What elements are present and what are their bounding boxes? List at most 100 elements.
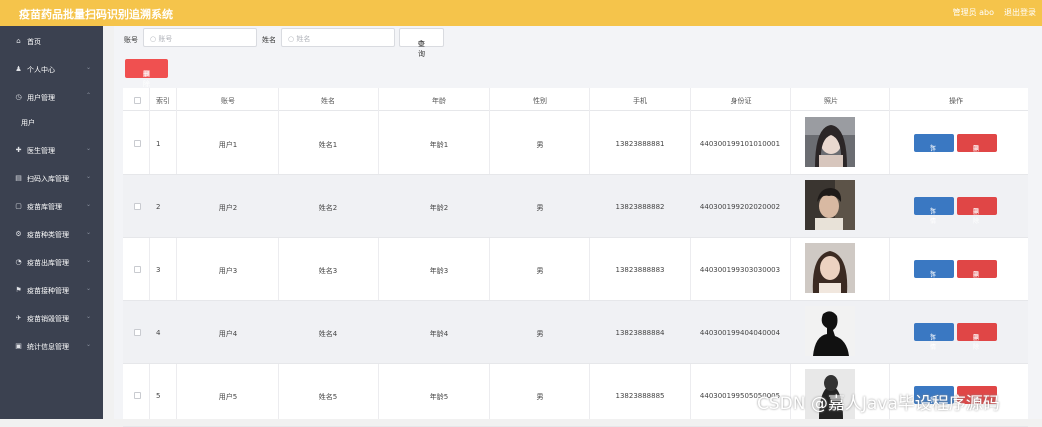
column-header-age: 年龄 bbox=[432, 97, 446, 105]
barcode-icon: ▤ bbox=[15, 174, 22, 182]
sidebar-item-user-management[interactable]: ◷ 用户管理 ⌃ bbox=[0, 84, 103, 110]
cell-account: 用户3 bbox=[218, 267, 238, 275]
logout-link[interactable]: 退出登录 bbox=[1004, 7, 1036, 18]
table-row: 1 用户1 姓名1 年龄1 男 13823888881 440300199101… bbox=[123, 112, 1028, 175]
chevron-down-icon: ⌄ bbox=[86, 285, 92, 292]
query-button[interactable]: ○ 查询 bbox=[399, 28, 444, 58]
delete-button[interactable]: ▥ 删除 bbox=[957, 134, 997, 162]
cell-index: 4 bbox=[156, 329, 161, 337]
name-placeholder: ○ 姓名 bbox=[288, 35, 311, 43]
sidebar-item-label: 疫苗库管理 bbox=[27, 203, 62, 211]
cell-phone: 13823888884 bbox=[615, 329, 665, 337]
sidebar-item-vaccination[interactable]: ⚑ 疫苗接种管理 ⌄ bbox=[0, 277, 103, 303]
export-icon: ◔ bbox=[15, 258, 22, 266]
sidebar-item-home[interactable]: ⌂ 首页 bbox=[0, 28, 103, 54]
detail-button[interactable]: ✎ 详情 bbox=[914, 134, 954, 162]
sidebar-item-label: 疫苗销毁管理 bbox=[27, 315, 69, 323]
chevron-down-icon: ⌄ bbox=[86, 145, 92, 152]
cell-phone: 13823888883 bbox=[615, 266, 665, 274]
sidebar-item-vaccine-type[interactable]: ⚙ 疫苗种类管理 ⌄ bbox=[0, 221, 103, 247]
app-title: 疫苗药品批量扫码识别追溯系统 bbox=[19, 8, 173, 21]
table-header: 索引 账号 姓名 年龄 性别 手机 身份证 照片 操作 bbox=[123, 88, 1028, 111]
name-search-input[interactable]: ○ 姓名 bbox=[281, 28, 395, 47]
table-row: 2 用户2 姓名2 年龄2 男 13823888882 440300199202… bbox=[123, 175, 1028, 238]
cell-account: 用户5 bbox=[218, 393, 238, 401]
delete-button[interactable]: ▥ 删除 bbox=[957, 323, 997, 351]
cell-name: 姓名5 bbox=[318, 393, 338, 401]
sidebar-item-vaccine-destroy[interactable]: ✈ 疫苗销毁管理 ⌄ bbox=[0, 305, 103, 331]
clock-icon: ◷ bbox=[15, 93, 22, 101]
cell-phone: 13823888885 bbox=[615, 392, 665, 400]
cell-age: 年龄4 bbox=[429, 330, 449, 338]
cell-account: 用户2 bbox=[218, 204, 238, 212]
cell-index: 5 bbox=[156, 392, 161, 400]
cell-index: 2 bbox=[156, 203, 161, 211]
detail-button[interactable]: ✎ 详情 bbox=[914, 323, 954, 351]
user-icon: ♟ bbox=[15, 65, 22, 73]
sidebar-item-vaccine-stock[interactable]: ▢ 疫苗库管理 ⌄ bbox=[0, 193, 103, 219]
sidebar-item-label: 疫苗接种管理 bbox=[27, 287, 69, 295]
row-checkbox[interactable] bbox=[134, 140, 141, 147]
cell-age: 年龄5 bbox=[429, 393, 449, 401]
detail-button[interactable]: ✎ 详情 bbox=[914, 197, 954, 225]
chevron-down-icon: ⌄ bbox=[86, 229, 92, 236]
sidebar-item-label: 用户管理 bbox=[27, 94, 55, 102]
account-search-input[interactable]: ○ 账号 bbox=[143, 28, 257, 47]
cell-gender: 男 bbox=[536, 330, 544, 338]
sidebar-item-label: 医生管理 bbox=[27, 147, 55, 155]
cell-phone: 13823888882 bbox=[615, 203, 665, 211]
sidebar-item-doctor-management[interactable]: ✚ 医生管理 ⌄ bbox=[0, 137, 103, 163]
chart-icon: ▣ bbox=[15, 342, 22, 350]
flag-icon: ⚑ bbox=[15, 286, 22, 294]
delete-button[interactable]: ▥ 删除 bbox=[957, 260, 997, 288]
select-all-checkbox[interactable] bbox=[134, 97, 141, 104]
cell-account: 用户1 bbox=[218, 141, 238, 149]
table-row: 4 用户4 姓名4 年龄4 男 13823888884 440300199404… bbox=[123, 301, 1028, 364]
name-label: 姓名 bbox=[262, 36, 276, 44]
account-label: 账号 bbox=[124, 36, 138, 44]
chevron-down-icon: ⌄ bbox=[86, 313, 92, 320]
cell-id-card: 440300199303030003 bbox=[699, 266, 781, 274]
box-icon: ▢ bbox=[15, 202, 22, 210]
sidebar-item-label: 疫苗出库管理 bbox=[27, 259, 69, 267]
top-bar: 疫苗药品批量扫码识别追溯系统 管理员 abo 退出登录 bbox=[0, 0, 1042, 26]
row-checkbox[interactable] bbox=[134, 203, 141, 210]
home-icon: ⌂ bbox=[16, 37, 21, 45]
row-checkbox[interactable] bbox=[134, 266, 141, 273]
table-row: 3 用户3 姓名3 年龄3 男 13823888883 440300199303… bbox=[123, 238, 1028, 301]
detail-button[interactable]: ✎ 详情 bbox=[914, 260, 954, 288]
user-photo bbox=[805, 243, 855, 293]
account-placeholder: ○ 账号 bbox=[150, 35, 173, 43]
row-checkbox[interactable] bbox=[134, 329, 141, 336]
sidebar-item-vaccine-outbound[interactable]: ◔ 疫苗出库管理 ⌄ bbox=[0, 249, 103, 275]
cell-name: 姓名4 bbox=[318, 330, 338, 338]
cell-gender: 男 bbox=[536, 393, 544, 401]
column-header-actions: 操作 bbox=[949, 97, 963, 105]
cell-name: 姓名1 bbox=[318, 141, 338, 149]
chevron-down-icon: ⌄ bbox=[86, 341, 92, 348]
user-photo bbox=[805, 306, 855, 356]
delete-button[interactable]: ▥ 删除 bbox=[957, 197, 997, 225]
sidebar-item-scan-inbound[interactable]: ▤ 扫码入库管理 ⌄ bbox=[0, 165, 103, 191]
sidebar-item-statistics[interactable]: ▣ 统计信息管理 ⌄ bbox=[0, 333, 103, 359]
user-photo-image bbox=[805, 180, 855, 230]
sidebar-item-profile[interactable]: ♟ 个人中心 ⌄ bbox=[0, 56, 103, 82]
gear-icon: ⚙ bbox=[15, 230, 22, 238]
sidebar-item-label: 个人中心 bbox=[27, 66, 55, 74]
user-photo-image bbox=[805, 243, 855, 293]
column-header-name: 姓名 bbox=[321, 97, 335, 105]
bulk-delete-button[interactable]: ▥ 删除 bbox=[125, 59, 168, 88]
row-checkbox[interactable] bbox=[134, 392, 141, 399]
cell-name: 姓名3 bbox=[318, 267, 338, 275]
cell-gender: 男 bbox=[536, 267, 544, 275]
cell-phone: 13823888881 bbox=[615, 140, 665, 148]
cell-account: 用户4 bbox=[218, 330, 238, 338]
sidebar-subitem-user[interactable]: 用户 bbox=[0, 112, 103, 134]
chevron-down-icon: ⌄ bbox=[86, 64, 92, 71]
cell-name: 姓名2 bbox=[318, 204, 338, 212]
user-photo-image bbox=[805, 117, 855, 167]
cell-age: 年龄3 bbox=[429, 267, 449, 275]
user-table: 索引 账号 姓名 年龄 性别 手机 身份证 照片 操作 1 用户1 姓名1 年龄… bbox=[123, 88, 1028, 427]
cell-gender: 男 bbox=[536, 204, 544, 212]
user-photo-image bbox=[805, 306, 855, 356]
